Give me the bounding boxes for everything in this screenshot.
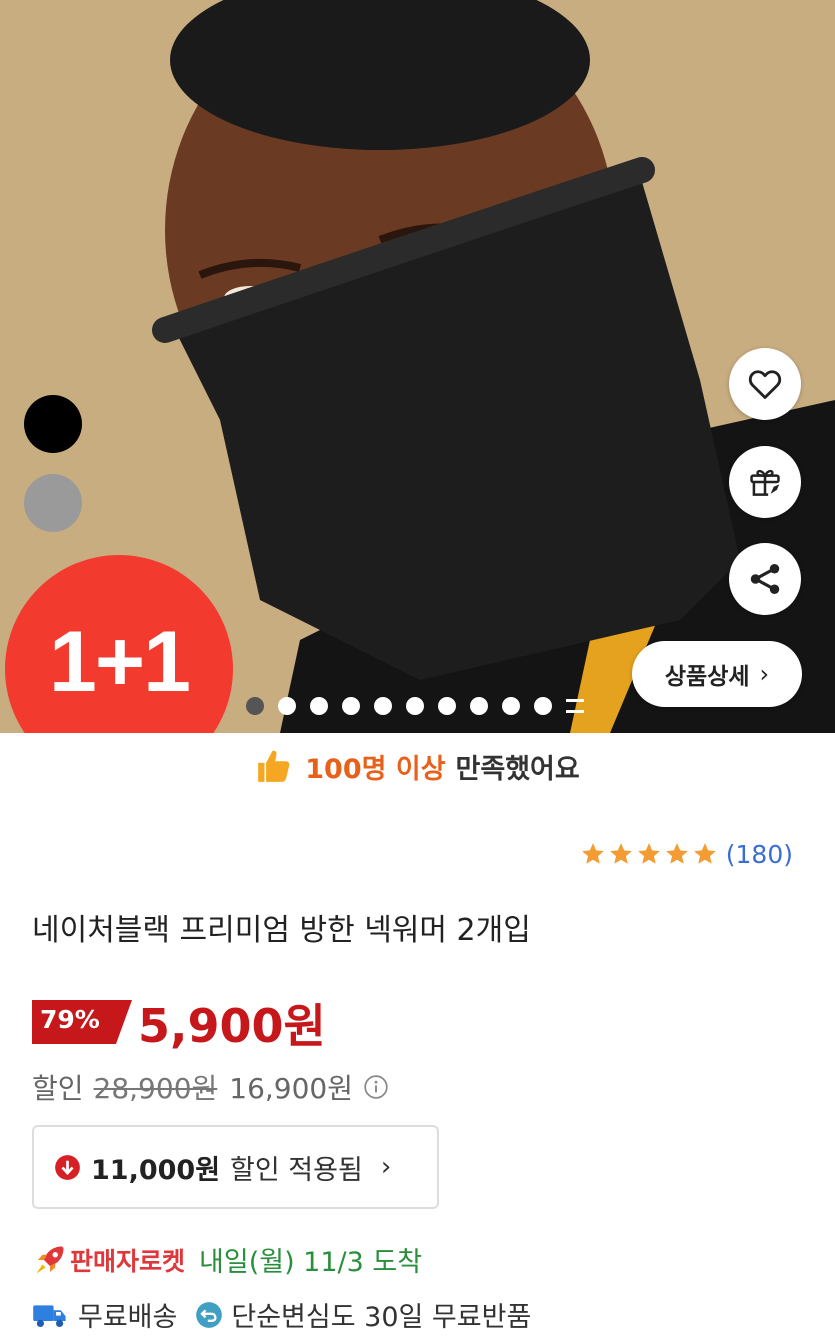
carousel-dot[interactable] — [406, 697, 424, 715]
product-image-carousel[interactable]: 1+1 상품상세 › — [0, 0, 835, 733]
carousel-dot[interactable] — [534, 697, 552, 715]
free-shipping-label: 무료배송 — [78, 1302, 178, 1333]
satisfaction-text: 만족했어요 — [455, 753, 580, 785]
delivery-info: 판매자로켓 내일(월) 11/3 도착 — [32, 1240, 422, 1279]
coupon-amount: 11,000원 — [91, 1154, 221, 1186]
rocket-delivery-label: 판매자로켓 — [70, 1246, 186, 1276]
discount-rate: 79% — [40, 1005, 100, 1034]
info-icon[interactable] — [363, 1074, 389, 1100]
carousel-dot[interactable] — [246, 697, 264, 715]
shipping-benefits: 무료배송 단순변심도 30일 무료반품 — [32, 1295, 531, 1334]
star-icon — [581, 843, 604, 864]
review-count[interactable]: (180) — [726, 840, 793, 869]
arrival-date: 내일(월) 11/3 도착 — [199, 1247, 423, 1278]
star-icon — [693, 843, 716, 864]
star-rating — [580, 841, 718, 867]
carousel-dot[interactable] — [374, 697, 392, 715]
satisfaction-banner: 100명 이상 만족했어요 — [0, 740, 835, 792]
free-return-label: 단순변심도 30일 무료반품 — [231, 1302, 532, 1333]
discount-label: 할인 — [32, 1072, 84, 1105]
carousel-indicator — [246, 697, 584, 715]
color-swatch-black[interactable] — [24, 395, 82, 453]
coupon-text: 할인 적용됨 — [230, 1154, 363, 1186]
heart-icon — [748, 370, 782, 399]
thumbs-up-icon — [258, 750, 290, 782]
star-icon — [637, 843, 660, 864]
product-detail-button[interactable]: 상품상세 › — [632, 641, 802, 707]
carousel-dot[interactable] — [342, 697, 360, 715]
badge-label: 1+1 — [49, 614, 191, 710]
wishlist-button[interactable] — [729, 348, 801, 420]
chevron-right-icon: › — [380, 1152, 392, 1182]
return-icon — [196, 1301, 223, 1328]
sale-price: 5,900원 — [138, 999, 326, 1053]
chevron-right-icon: › — [759, 660, 770, 688]
truck-icon — [33, 1304, 66, 1327]
original-price-row: 할인 28,900원 16,900원 — [32, 1067, 389, 1107]
original-price: 28,900원 — [93, 1072, 218, 1105]
gift-button[interactable] — [729, 446, 801, 518]
intermediate-price: 16,900원 — [229, 1072, 353, 1105]
carousel-dot[interactable] — [502, 697, 520, 715]
share-button[interactable] — [729, 543, 801, 615]
carousel-dot[interactable] — [310, 697, 328, 715]
discount-down-icon — [55, 1154, 80, 1180]
coupon-applied-button[interactable]: 11,000원 할인 적용됨 › — [32, 1125, 439, 1209]
carousel-more-icon[interactable] — [566, 699, 584, 713]
carousel-dot[interactable] — [278, 697, 296, 715]
gift-icon — [750, 469, 780, 496]
detail-button-label: 상품상세 — [664, 664, 750, 690]
carousel-dot[interactable] — [438, 697, 456, 715]
rating-summary[interactable]: (180) — [580, 836, 793, 872]
rocket-icon — [36, 1246, 64, 1273]
share-icon — [750, 563, 780, 595]
color-swatch-gray[interactable] — [24, 474, 82, 532]
star-icon — [609, 843, 632, 864]
carousel-dot[interactable] — [470, 697, 488, 715]
product-title: 네이처블랙 프리미엄 방한 넥워머 2개입 — [32, 913, 531, 948]
discount-rate-badge: 79% — [32, 1000, 132, 1044]
satisfaction-count: 100명 이상 — [305, 753, 446, 785]
star-icon — [665, 843, 688, 864]
